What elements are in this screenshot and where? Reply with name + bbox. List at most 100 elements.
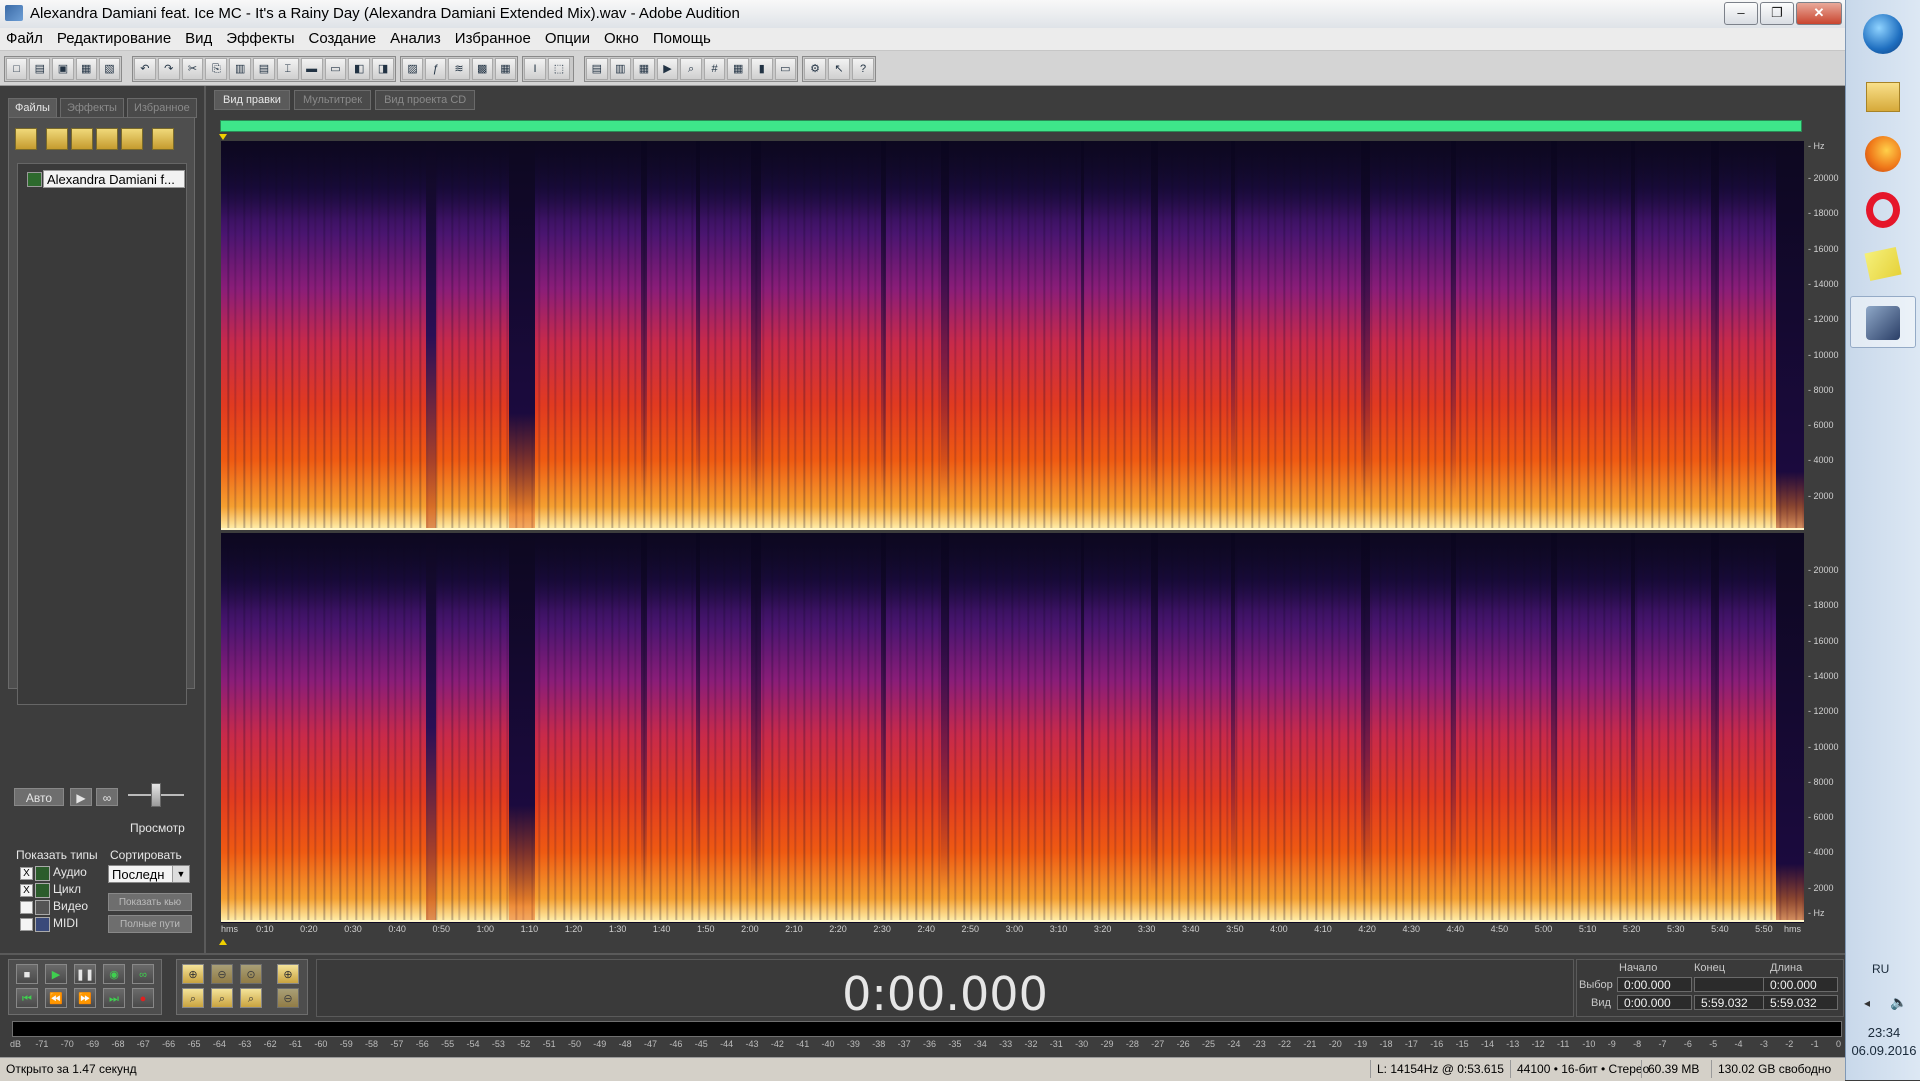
loop-play-icon[interactable]: ∞	[132, 964, 154, 984]
menu-generate[interactable]: Создание	[302, 28, 384, 48]
view-icon-3[interactable]: ▦	[633, 58, 655, 80]
zoom-right-icon[interactable]: ⌕	[240, 988, 262, 1008]
pause-icon[interactable]: ❚❚	[74, 964, 96, 984]
spectral-display[interactable]	[221, 141, 1804, 923]
zoom-left-icon[interactable]: ⌕	[211, 988, 233, 1008]
time-selection-tool-icon[interactable]: I	[524, 58, 546, 80]
paste-icon[interactable]: ▥	[229, 58, 252, 80]
file-item[interactable]: Alexandra Damiani f...	[43, 170, 185, 188]
import-icon[interactable]	[15, 128, 37, 150]
video-checkbox[interactable]	[20, 901, 33, 914]
meter-icon[interactable]: ▮	[750, 58, 773, 80]
menu-effects[interactable]: Эффекты	[219, 28, 301, 48]
menu-help[interactable]: Помощь	[646, 28, 718, 48]
zoom-out-icon[interactable]: ⊖	[211, 964, 233, 984]
preview-loop-button[interactable]: ∞	[96, 788, 118, 806]
tab-effects[interactable]: Эффекты	[59, 98, 124, 118]
tray-chevron-icon[interactable]: ◂	[1864, 996, 1870, 1010]
zoom-full-icon[interactable]: ⊙	[240, 964, 262, 984]
context-help-icon[interactable]: ↖	[828, 58, 850, 80]
tab-files[interactable]: Файлы	[8, 98, 57, 118]
taskbar-explorer[interactable]	[1850, 72, 1916, 124]
stereo-icon[interactable]: ◨	[372, 58, 394, 80]
properties-icon[interactable]	[152, 128, 174, 150]
help-icon[interactable]: ?	[852, 58, 874, 80]
frequency-icon[interactable]: ƒ	[425, 58, 447, 80]
play-icon[interactable]: ▶	[656, 58, 679, 80]
play-icon[interactable]: ▶	[45, 964, 67, 984]
tab-edit-view[interactable]: Вид правки	[214, 90, 290, 110]
timecode-icon[interactable]: #	[703, 58, 726, 80]
preview-play-button[interactable]: ▶	[70, 788, 92, 806]
preview-volume-slider[interactable]	[151, 783, 161, 807]
sort-dropdown[interactable]: Последн ▼	[108, 865, 190, 883]
trim-icon[interactable]: ⌶	[276, 58, 299, 80]
copy-icon[interactable]: ⎘	[205, 58, 228, 80]
rewind-icon[interactable]: ⏪	[45, 988, 67, 1008]
edit-file-icon[interactable]	[96, 128, 118, 150]
show-button[interactable]: Показать кью	[108, 893, 192, 911]
zoom-vertical-in-icon[interactable]: ⊕	[277, 964, 299, 984]
taskbar-audition[interactable]	[1850, 296, 1916, 348]
volume-icon[interactable]: 🔈	[1890, 994, 1907, 1011]
auto-play-button[interactable]: Авто	[14, 788, 64, 806]
mix-paste-icon[interactable]: ▤	[253, 58, 275, 80]
loop-checkbox[interactable]: X	[20, 884, 33, 897]
mono-icon[interactable]: ◧	[348, 58, 371, 80]
zoom-selection-icon[interactable]: ⌕	[182, 988, 204, 1008]
menu-edit[interactable]: Редактирование	[50, 28, 178, 48]
audio-checkbox[interactable]: X	[20, 867, 33, 880]
zoom-vertical-out-icon[interactable]: ⊖	[277, 988, 299, 1008]
insert-icon[interactable]	[121, 128, 143, 150]
time-ruler[interactable]: hms 0:10 0:20 0:30 0:40 0:50 1:00 1:10 1:20 1:30 1…	[221, 923, 1804, 939]
open-file-icon[interactable]: ▤	[29, 58, 51, 80]
spectral-view-icon[interactable]: ▨	[402, 58, 424, 80]
view-length-field[interactable]: 5:59.032	[1763, 995, 1838, 1010]
view-begin-field[interactable]: 0:00.000	[1617, 995, 1692, 1010]
menu-analyze[interactable]: Анализ	[383, 28, 448, 48]
restore-button[interactable]: ❐	[1760, 2, 1794, 25]
new-file-icon[interactable]: □	[6, 58, 28, 80]
taskbar-opera[interactable]	[1850, 184, 1916, 236]
midi-checkbox[interactable]	[20, 918, 33, 931]
save-as-icon[interactable]: ▦	[75, 58, 97, 80]
view-icon-2[interactable]: ▥	[609, 58, 632, 80]
ruler-icon[interactable]: ▭	[774, 58, 797, 80]
taskbar-firefox[interactable]	[1850, 128, 1916, 180]
close-file-icon[interactable]: ▧	[98, 58, 121, 80]
view-icon-1[interactable]: ▤	[586, 58, 608, 80]
selection-end-field[interactable]	[1694, 977, 1769, 992]
zoom-in-icon[interactable]: ⊕	[182, 964, 204, 984]
tab-cd-project[interactable]: Вид проекта CD	[375, 90, 476, 110]
delete-icon[interactable]: ▬	[300, 58, 323, 80]
settings-icon[interactable]: ⚙	[804, 58, 826, 80]
zoom-icon[interactable]: ⌕	[680, 58, 702, 80]
open-folder-icon[interactable]	[46, 128, 68, 150]
record-icon[interactable]: ●	[132, 988, 154, 1008]
pan-icon[interactable]: ▦	[494, 58, 517, 80]
close-button[interactable]: ✕	[1796, 2, 1842, 25]
go-to-end-icon[interactable]: ⏭	[103, 988, 125, 1008]
full-paths-button[interactable]: Полные пути	[108, 915, 192, 933]
close-icon[interactable]	[71, 128, 93, 150]
spectrum-icon[interactable]: ▩	[471, 58, 493, 80]
undo-icon[interactable]: ↶	[134, 58, 156, 80]
selection-begin-field[interactable]: 0:00.000	[1617, 977, 1692, 992]
taskbar-notes[interactable]	[1850, 240, 1916, 292]
menu-file[interactable]: Файл	[0, 28, 50, 48]
grid-icon[interactable]: ▦	[727, 58, 749, 80]
start-button[interactable]	[1850, 8, 1916, 60]
waveform-icon[interactable]: ≋	[448, 58, 470, 80]
tab-multitrack[interactable]: Мультитрек	[293, 90, 372, 110]
overview-bar[interactable]	[220, 120, 1802, 132]
view-end-field[interactable]: 5:59.032	[1694, 995, 1769, 1010]
go-to-start-icon[interactable]: ⏮	[16, 988, 38, 1008]
selection-length-field[interactable]: 0:00.000	[1763, 977, 1838, 992]
menu-window[interactable]: Окно	[597, 28, 646, 48]
menu-favorites[interactable]: Избранное	[448, 28, 538, 48]
fast-forward-icon[interactable]: ⏩	[74, 988, 96, 1008]
tab-favorites[interactable]: Избранное	[126, 98, 197, 118]
minimize-button[interactable]: ‒	[1724, 2, 1758, 25]
language-indicator[interactable]: RU	[1872, 962, 1889, 976]
menu-view[interactable]: Вид	[178, 28, 219, 48]
